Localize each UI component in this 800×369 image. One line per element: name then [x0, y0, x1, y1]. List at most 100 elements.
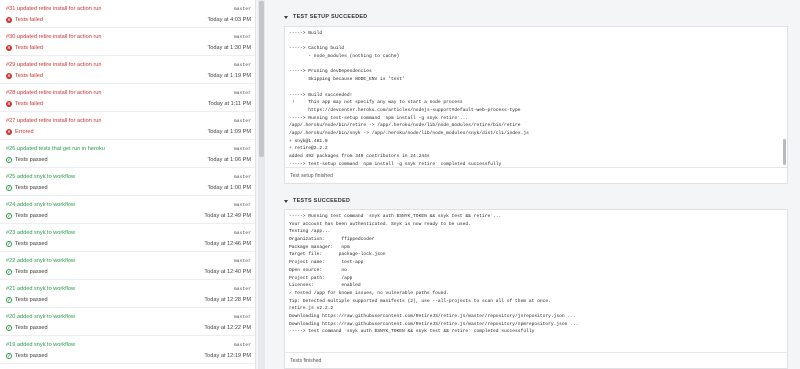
run-list-item[interactable]: #26 updated tests that get run in heroku… — [0, 140, 255, 168]
run-list-item[interactable]: #29 updated retire install for action ru… — [0, 56, 255, 84]
run-timestamp: Today at 12:19 PM — [204, 353, 251, 359]
setup-section-toggle[interactable]: TEST SETUP SUCCEEDED — [284, 12, 368, 22]
log-line: ✓ Tested /app for known issues, no vulne… — [289, 290, 449, 296]
run-branch: master — [233, 7, 251, 12]
log-line: Tip: Detected multiple supported manifes… — [289, 298, 551, 304]
run-timestamp: Today at 12:28 PM — [204, 297, 251, 303]
log-line: Package manager: npm — [289, 244, 350, 250]
log-line: -----> Build — [289, 31, 323, 36]
x-circle-icon: ✕ — [6, 100, 12, 107]
x-circle-icon: ✕ — [6, 128, 12, 135]
log-line: Open source: no — [289, 267, 347, 273]
run-status-label: Tests failed — [15, 73, 43, 79]
check-circle-icon: ✓ — [6, 241, 12, 247]
run-list-item[interactable]: #30 updated retire install for action ru… — [0, 28, 255, 56]
run-timestamp: Today at 1:00 PM — [207, 185, 251, 191]
run-title[interactable]: #19 added snyk to workflow — [6, 342, 75, 348]
run-status: ✕ Tests failed — [6, 16, 43, 24]
run-status: ✓ Tests passed — [6, 324, 48, 332]
caret-down-icon — [284, 199, 288, 203]
log-line: + retire@2.2.2 — [289, 146, 328, 152]
run-timestamp: Today at 12:49 PM — [204, 213, 251, 219]
run-title[interactable]: #25 added snyk to workflow — [6, 174, 75, 180]
run-title[interactable]: #20 added snyk to workflow — [6, 314, 75, 320]
setup-log-scrollbar[interactable] — [783, 139, 786, 165]
list-scrollbar[interactable] — [258, 0, 265, 369]
run-list-item[interactable]: #24 added snyk to workflow ✓ Tests passed m… — [0, 196, 255, 224]
run-list-item[interactable]: #21 added snyk to workflow ✓ Tests passed m… — [0, 280, 255, 308]
run-list-item[interactable]: #22 added snyk to workflow ✓ Tests passed m… — [0, 252, 255, 280]
setup-section-heading: TEST SETUP SUCCEEDED — [293, 14, 368, 20]
run-list-item[interactable]: #27 updated retire install for action ru… — [0, 112, 255, 140]
run-branch: master — [233, 343, 251, 348]
log-line: Organization: ffippedcoder — [289, 237, 375, 243]
run-branch: master — [233, 91, 251, 96]
log-line: -----> Pruning devDependencies — [289, 69, 372, 75]
setup-log: -----> Build -----> Caching build - node_… — [285, 27, 787, 168]
log-line: Your account has been authenticated. Sny… — [289, 221, 471, 227]
run-status: ✕ Tests failed — [6, 44, 43, 52]
tests-log-footer: Tests finished — [285, 352, 787, 368]
check-circle-icon: ✓ — [6, 185, 12, 191]
app-window: #31 updated retire install for action ru… — [0, 0, 800, 369]
run-branch: master — [233, 287, 251, 292]
run-timestamp: Today at 1:06 PM — [207, 157, 251, 163]
run-list-item[interactable]: #20 added snyk to workflow ✓ Tests passed m… — [0, 308, 255, 336]
run-title[interactable]: #30 updated retire install for action ru… — [6, 34, 101, 40]
run-status-label: Tests passed — [15, 269, 48, 275]
run-title[interactable]: #27 updated retire install for action ru… — [6, 118, 101, 124]
run-branch: master — [233, 35, 251, 40]
run-timestamp: Today at 12:46 PM — [204, 241, 251, 247]
run-status-label: Tests passed — [15, 353, 48, 359]
run-status: ✓ Tests passed — [6, 296, 48, 304]
log-line: /app/.heroku/node/bin/retire -> /app/.he… — [289, 123, 521, 129]
run-list-item[interactable]: #23 added snyk to workflow ✓ Tests passed m… — [0, 224, 255, 252]
run-status-label: Tests passed — [15, 213, 48, 219]
run-branch: master — [233, 147, 251, 152]
run-status: ✓ Tests passed — [6, 240, 48, 248]
x-circle-icon: ✕ — [6, 16, 12, 23]
run-title[interactable]: #26 updated tests that get run in heroku — [6, 146, 105, 152]
check-circle-icon: ✓ — [6, 325, 12, 331]
run-timestamp: Today at 4:03 PM — [207, 17, 251, 23]
run-title[interactable]: #28 updated retire install for action ru… — [6, 90, 101, 96]
run-branch: master — [233, 203, 251, 208]
log-line: ! This app may not specify any way to st… — [289, 100, 463, 106]
run-branch: master — [233, 119, 251, 124]
log-line: Downloading https://raw.githubuserconten… — [289, 313, 576, 319]
run-list-item[interactable]: #25 added snyk to workflow ✓ Tests passed m… — [0, 168, 255, 196]
test-runs-list: #31 updated retire install for action ru… — [0, 0, 256, 369]
run-branch: master — [233, 315, 251, 320]
run-timestamp: Today at 1:30 PM — [207, 45, 251, 51]
run-title[interactable]: #21 added snyk to workflow — [6, 286, 75, 292]
log-line: + snyk@1.481.0 — [289, 138, 328, 144]
run-timestamp: Today at 12:22 PM — [204, 325, 251, 331]
log-line: Skipping because NODE_ENV is 'test' — [289, 77, 405, 83]
run-title[interactable]: #31 updated retire install for action ru… — [6, 6, 101, 12]
run-list-item[interactable]: #31 updated retire install for action ru… — [0, 0, 255, 28]
run-status: ✓ Tests passed — [6, 184, 48, 192]
run-title[interactable]: #23 added snyk to workflow — [6, 230, 75, 236]
run-timestamp: Today at 1:09 PM — [207, 129, 251, 135]
run-title[interactable]: #24 added snyk to workflow — [6, 202, 75, 208]
run-list-item[interactable]: #19 added snyk to workflow ✓ Tests passed m… — [0, 336, 255, 364]
run-title[interactable]: #22 added snyk to workflow — [6, 258, 75, 264]
run-status-label: Tests passed — [15, 157, 48, 163]
run-branch: master — [233, 259, 251, 264]
setup-log-box: -----> Build -----> Caching build - node_… — [284, 26, 788, 184]
x-circle-icon: ✕ — [6, 44, 12, 51]
check-circle-icon: ✓ — [6, 269, 12, 275]
log-line: -----> Caching build — [289, 46, 345, 52]
run-status-label: Tests failed — [15, 45, 43, 51]
x-circle-icon: ✕ — [6, 72, 12, 79]
list-scrollbar-thumb[interactable] — [259, 1, 264, 157]
run-status-label: Tests passed — [15, 241, 48, 247]
log-line: Project name: test-app — [289, 260, 364, 266]
tests-section-toggle[interactable]: TESTS SUCCEEDED — [284, 196, 350, 206]
run-list-item[interactable]: #28 updated retire install for action ru… — [0, 84, 255, 112]
log-line: Target file: package-lock.json — [289, 252, 386, 258]
run-title[interactable]: #29 updated retire install for action ru… — [6, 62, 101, 68]
run-status: ✕ Tests failed — [6, 100, 43, 108]
